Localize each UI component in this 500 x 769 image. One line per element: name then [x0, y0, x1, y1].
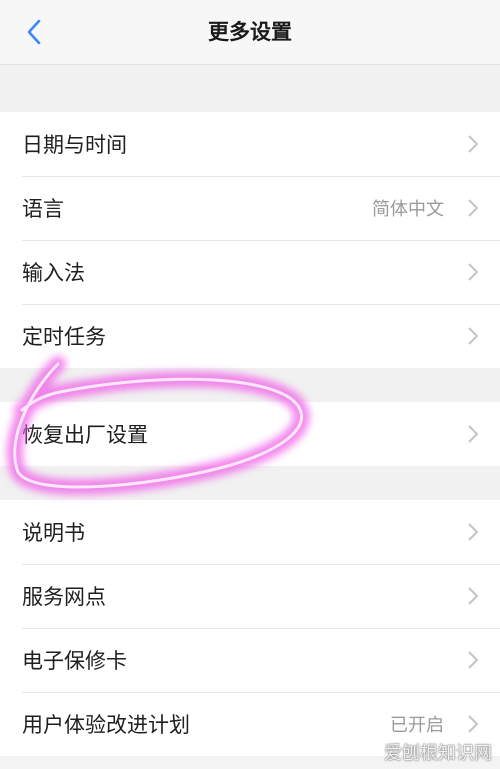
row-value: 已开启	[390, 715, 444, 736]
row-label: 日期与时间	[22, 133, 127, 157]
row-label: 输入法	[22, 261, 85, 285]
top-bar: 更多设置	[0, 0, 500, 65]
row-label: 电子保修卡	[22, 649, 127, 673]
section-gap	[0, 368, 500, 402]
row-factory-reset[interactable]: 恢复出厂设置	[0, 402, 500, 466]
row-e-warranty[interactable]: 电子保修卡	[0, 628, 500, 692]
chevron-right-icon	[468, 715, 479, 733]
row-date-time[interactable]: 日期与时间	[0, 112, 500, 176]
chevron-right-icon	[468, 327, 479, 345]
chevron-right-icon	[468, 425, 479, 443]
row-label: 说明书	[22, 521, 85, 545]
row-label: 服务网点	[22, 585, 106, 609]
row-scheduled-tasks[interactable]: 定时任务	[0, 304, 500, 368]
chevron-right-icon	[468, 651, 479, 669]
chevron-right-icon	[468, 523, 479, 541]
chevron-right-icon	[468, 135, 479, 153]
row-label: 用户体验改进计划	[22, 713, 190, 737]
page-title: 更多设置	[208, 20, 292, 44]
row-label: 定时任务	[22, 325, 106, 349]
row-label: 语言	[22, 197, 64, 221]
row-language[interactable]: 语言 简体中文	[0, 176, 500, 240]
row-value: 简体中文	[372, 199, 444, 220]
section-gap	[0, 466, 500, 500]
settings-group-reset: 恢复出厂设置	[0, 402, 500, 466]
settings-group-support: 说明书 服务网点 电子保修卡 用户体验改进计划 已开启	[0, 500, 500, 756]
settings-group-general: 日期与时间 语言 简体中文 输入法 定时任务	[0, 112, 500, 368]
chevron-right-icon	[468, 199, 479, 217]
chevron-right-icon	[468, 587, 479, 605]
watermark: 爱刨根知识网	[384, 743, 492, 764]
row-label: 恢复出厂设置	[22, 423, 148, 447]
chevron-right-icon	[468, 263, 479, 281]
row-input-method[interactable]: 输入法	[0, 240, 500, 304]
row-service-outlets[interactable]: 服务网点	[0, 564, 500, 628]
row-manual[interactable]: 说明书	[0, 500, 500, 564]
section-gap	[0, 65, 500, 112]
